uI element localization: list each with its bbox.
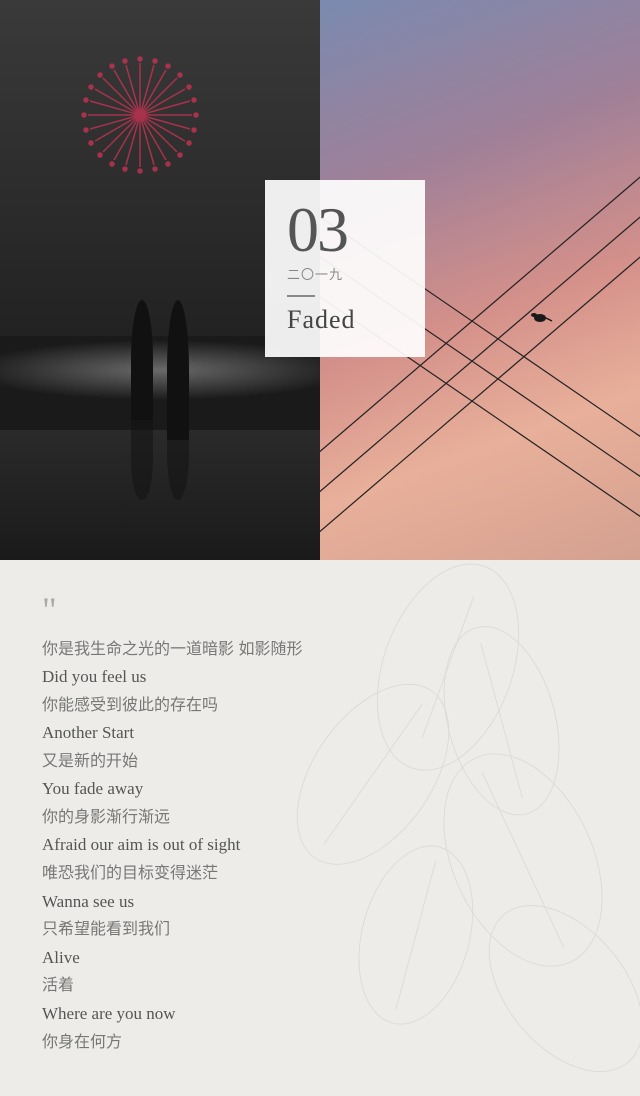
tree-left [131,300,153,420]
card-number: 03 [287,198,403,262]
lyrics-line: Another Start [42,719,598,748]
lyrics-line: Where are you now [42,1000,598,1029]
card-title: Faded [287,305,403,335]
tree-ref-left [131,420,153,500]
lyrics-line: Did you feel us [42,663,598,692]
lyrics-line: Alive [42,944,598,973]
lyrics-line: Afraid our aim is out of sight [42,831,598,860]
quote-mark: " [42,592,598,628]
lyrics-line: 唯恐我们的目标变得迷茫 [42,860,598,887]
lyrics-line: 你身在何方 [42,1029,598,1056]
tree-ref-right [167,405,189,500]
tree-reflections [131,405,189,500]
lyrics-lines: 你是我生命之光的一道暗影 如影随形Did you feel us你能感受到彼此的… [42,636,598,1056]
lyrics-line: 只希望能看到我们 [42,916,598,943]
lyrics-section: " 你是我生命之光的一道暗影 如影随形Did you feel us你能感受到彼… [0,560,640,1096]
lyrics-line: 你能感受到彼此的存在吗 [42,692,598,719]
hero-image: 03 二〇一九 Faded [0,0,640,560]
overlay-card: 03 二〇一九 Faded [265,180,425,357]
lyrics-line: 你是我生命之光的一道暗影 如影随形 [42,636,598,663]
card-divider [287,295,315,297]
lyrics-line: 活着 [42,972,598,999]
firework-icon [60,40,220,200]
lyrics-line: Wanna see us [42,888,598,917]
card-year: 二〇一九 [287,264,403,283]
lyrics-line: 你的身影渐行渐远 [42,804,598,831]
lyrics-line: 又是新的开始 [42,748,598,775]
lyrics-line: You fade away [42,775,598,804]
